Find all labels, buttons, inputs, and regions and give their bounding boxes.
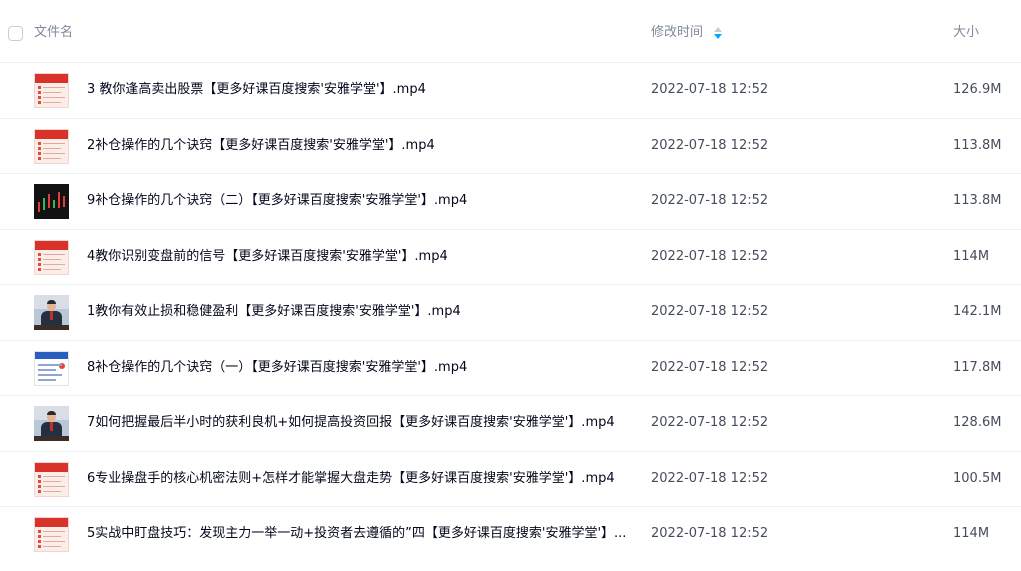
file-size: 114M	[953, 248, 990, 264]
file-modified-time: 2022-07-18 12:52	[651, 470, 769, 486]
file-name[interactable]: 9补仓操作的几个诀窍（二）【更多好课百度搜索'安雅学堂'】.mp4	[87, 192, 467, 210]
file-size: 114M	[953, 526, 990, 541]
file-rows: 3 教你逢高卖出股票【更多好课百度搜索'安雅学堂'】.mp4 2022-07-18…	[0, 62, 1021, 562]
file-thumbnail[interactable]	[34, 184, 69, 219]
file-size: 113.8M	[953, 193, 1002, 208]
file-name[interactable]: 5实战中盯盘技巧：发现主力一举一动+投资者去遵循的”四【更多好课百度搜索'安雅学…	[87, 525, 626, 543]
file-size: 128.6M	[953, 415, 1002, 430]
file-thumbnail[interactable]	[34, 406, 69, 441]
file-name[interactable]: 2补仓操作的几个诀窍【更多好课百度搜索'安雅学堂'】.mp4	[87, 137, 435, 155]
file-size: 126.9M	[953, 82, 1002, 97]
select-all-checkbox[interactable]	[8, 26, 23, 41]
sort-descending-icon[interactable]	[714, 27, 722, 40]
file-row[interactable]: 6专业操盘手的核心机密法则+怎样才能掌握大盘走势【更多好课百度搜索'安雅学堂'】…	[0, 450, 1021, 507]
file-thumbnail[interactable]	[34, 517, 69, 552]
file-list: 文件名 修改时间 大小 3 教你逢高卖出股票【更多好课百度搜索'安雅学堂'】.m…	[0, 0, 1021, 571]
file-row[interactable]: 7如何把握最后半小时的获利良机+如何提高投资回报【更多好课百度搜索'安雅学堂'】…	[0, 395, 1021, 451]
file-thumbnail[interactable]	[34, 350, 69, 386]
file-modified-time: 2022-07-18 12:52	[651, 82, 769, 97]
file-modified-time: 2022-07-18 12:52	[651, 526, 769, 541]
column-header-modified[interactable]: 修改时间	[651, 24, 703, 42]
file-name[interactable]: 7如何把握最后半小时的获利良机+如何提高投资回报【更多好课百度搜索'安雅学堂'】…	[87, 414, 615, 432]
file-row[interactable]: 3 教你逢高卖出股票【更多好课百度搜索'安雅学堂'】.mp4 2022-07-18…	[0, 62, 1021, 118]
file-name[interactable]: 3 教你逢高卖出股票【更多好课百度搜索'安雅学堂'】.mp4	[87, 81, 426, 99]
file-modified-time: 2022-07-18 12:52	[651, 248, 769, 264]
file-row[interactable]: 4教你识别变盘前的信号【更多好课百度搜索'安雅学堂'】.mp4 2022-07-1…	[0, 228, 1021, 285]
file-size: 117.8M	[953, 359, 1002, 375]
file-size: 100.5M	[953, 470, 1002, 486]
file-thumbnail[interactable]	[34, 295, 69, 330]
file-modified-time: 2022-07-18 12:52	[651, 304, 769, 319]
file-row[interactable]: 5实战中盯盘技巧：发现主力一举一动+投资者去遵循的”四【更多好课百度搜索'安雅学…	[0, 506, 1021, 562]
file-modified-time: 2022-07-18 12:52	[651, 359, 769, 375]
file-size: 113.8M	[953, 137, 1002, 153]
file-size: 142.1M	[953, 304, 1002, 319]
list-header: 文件名 修改时间 大小	[0, 0, 1021, 62]
file-thumbnail[interactable]	[34, 73, 69, 108]
file-row[interactable]: 2补仓操作的几个诀窍【更多好课百度搜索'安雅学堂'】.mp4 2022-07-18…	[0, 117, 1021, 174]
file-thumbnail[interactable]	[34, 239, 69, 275]
file-row[interactable]: 1教你有效止损和稳健盈利【更多好课百度搜索'安雅学堂'】.mp4 2022-07-…	[0, 284, 1021, 340]
column-header-name[interactable]: 文件名	[34, 24, 73, 42]
file-name[interactable]: 4教你识别变盘前的信号【更多好课百度搜索'安雅学堂'】.mp4	[87, 248, 448, 266]
file-thumbnail[interactable]	[34, 128, 69, 164]
file-thumbnail[interactable]	[34, 461, 69, 497]
file-name[interactable]: 1教你有效止损和稳健盈利【更多好课百度搜索'安雅学堂'】.mp4	[87, 303, 461, 321]
file-modified-time: 2022-07-18 12:52	[651, 137, 769, 153]
file-name[interactable]: 6专业操盘手的核心机密法则+怎样才能掌握大盘走势【更多好课百度搜索'安雅学堂'】…	[87, 470, 615, 488]
file-row[interactable]: 9补仓操作的几个诀窍（二）【更多好课百度搜索'安雅学堂'】.mp4 2022-07…	[0, 173, 1021, 229]
file-modified-time: 2022-07-18 12:52	[651, 193, 769, 208]
file-name[interactable]: 8补仓操作的几个诀窍（一）【更多好课百度搜索'安雅学堂'】.mp4	[87, 359, 467, 377]
file-row[interactable]: 8补仓操作的几个诀窍（一）【更多好课百度搜索'安雅学堂'】.mp4 2022-07…	[0, 339, 1021, 396]
column-header-size[interactable]: 大小	[953, 24, 979, 42]
file-modified-time: 2022-07-18 12:52	[651, 415, 769, 430]
